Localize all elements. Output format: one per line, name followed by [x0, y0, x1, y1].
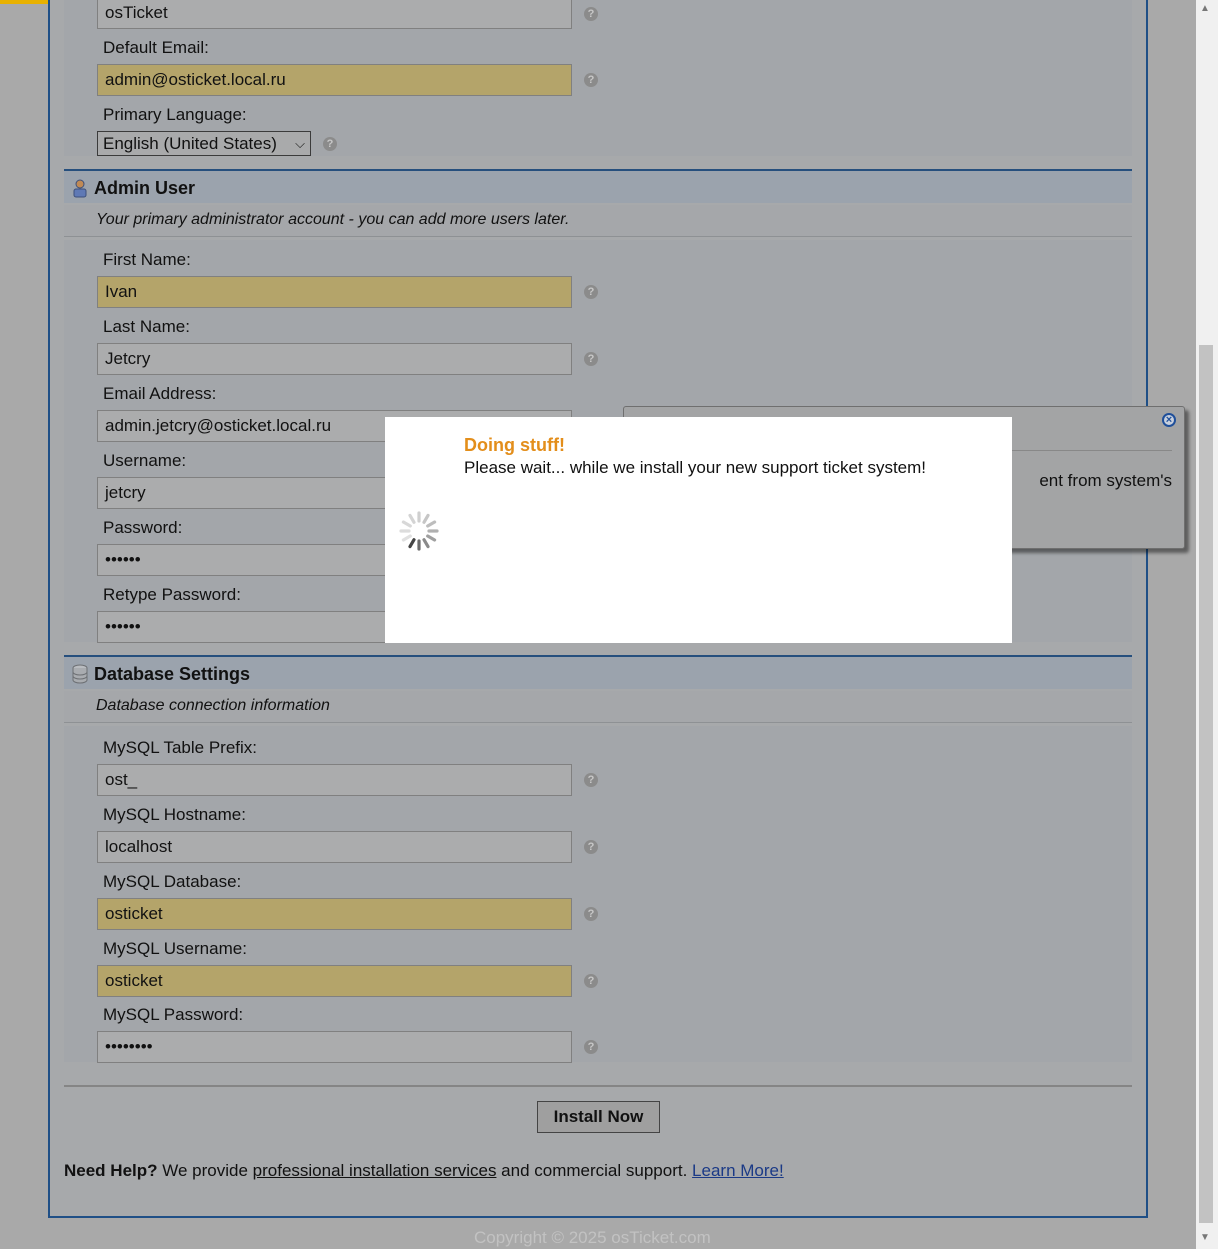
vertical-scrollbar[interactable]: ▲ ▼ [1196, 0, 1218, 1249]
user-icon [73, 179, 87, 198]
database-input[interactable]: osticket [97, 898, 572, 930]
db-username-label: MySQL Username: [103, 939, 247, 958]
db-username-input[interactable]: osticket [97, 965, 572, 997]
database-section-header: Database Settings [64, 655, 1132, 689]
default-email-input[interactable]: admin@osticket.local.ru [97, 64, 572, 96]
db-password-input[interactable]: •••••••• [97, 1031, 572, 1063]
modal-title: Doing stuff! [464, 435, 565, 455]
admin-section-subtitle: Your primary administrator account - you… [64, 205, 1132, 237]
primary-language-select[interactable]: English (United States) ⌵ [97, 131, 311, 156]
install-now-button[interactable]: Install Now [537, 1101, 660, 1133]
helpdesk-name-input[interactable]: osTicket [97, 0, 572, 29]
first-name-input[interactable]: Ivan [97, 276, 572, 308]
learn-more-link[interactable]: Learn More! [692, 1161, 784, 1180]
hostname-label: MySQL Hostname: [103, 805, 246, 824]
help-text-part: We provide [157, 1161, 253, 1180]
primary-language-label: Primary Language: [103, 105, 247, 124]
help-icon[interactable]: ? [584, 907, 598, 921]
hostname-input[interactable]: localhost [97, 831, 572, 863]
help-icon[interactable]: ? [323, 137, 337, 151]
help-icon[interactable]: ? [584, 352, 598, 366]
help-text-part: and commercial support. [496, 1161, 693, 1180]
tooltip-divider [1012, 450, 1172, 451]
default-email-label: Default Email: [103, 38, 209, 57]
help-icon[interactable]: ? [584, 73, 598, 87]
admin-section-header: Admin User [64, 169, 1132, 203]
last-name-label: Last Name: [103, 317, 190, 336]
username-label: Username: [103, 451, 187, 470]
help-icon[interactable]: ? [584, 974, 598, 988]
admin-section-title: Admin User [94, 178, 196, 198]
help-lead: Need Help? [64, 1161, 158, 1180]
help-icon[interactable]: ? [584, 773, 598, 787]
help-icon[interactable]: ? [584, 840, 598, 854]
modal-message: Please wait... while we install your new… [464, 458, 927, 477]
installation-services-link[interactable]: professional installation services [253, 1161, 497, 1180]
database-section-title: Database Settings [94, 664, 251, 684]
db-password-label: MySQL Password: [103, 1005, 244, 1024]
password-label: Password: [103, 518, 183, 537]
scroll-down-arrow-icon[interactable]: ▼ [1200, 1232, 1210, 1243]
first-name-label: First Name: [103, 250, 191, 269]
chevron-down-icon: ⌵ [295, 136, 305, 151]
retype-password-label: Retype Password: [103, 585, 241, 604]
close-icon[interactable]: × [1162, 413, 1176, 427]
spinner-icon [399, 511, 439, 551]
help-icon[interactable]: ? [584, 7, 598, 21]
divider [64, 1085, 1132, 1087]
help-icon[interactable]: ? [584, 1040, 598, 1054]
database-icon [72, 664, 88, 684]
help-text: Need Help? We provide professional insta… [64, 1161, 784, 1181]
primary-language-value: English (United States) [103, 134, 277, 153]
scroll-up-arrow-icon[interactable]: ▲ [1200, 3, 1210, 14]
copyright-footer: Copyright © 2025 osTicket.com [474, 1228, 711, 1247]
scrollbar-thumb[interactable] [1199, 345, 1213, 1223]
help-icon[interactable]: ? [584, 285, 598, 299]
email-label: Email Address: [103, 384, 217, 403]
loading-modal: Doing stuff! Please wait... while we ins… [385, 417, 1012, 643]
database-section-subtitle: Database connection information [64, 691, 1132, 723]
table-prefix-input[interactable]: ost_ [97, 764, 572, 796]
table-prefix-label: MySQL Table Prefix: [103, 738, 258, 757]
database-label: MySQL Database: [103, 872, 242, 891]
last-name-input[interactable]: Jetcry [97, 343, 572, 375]
